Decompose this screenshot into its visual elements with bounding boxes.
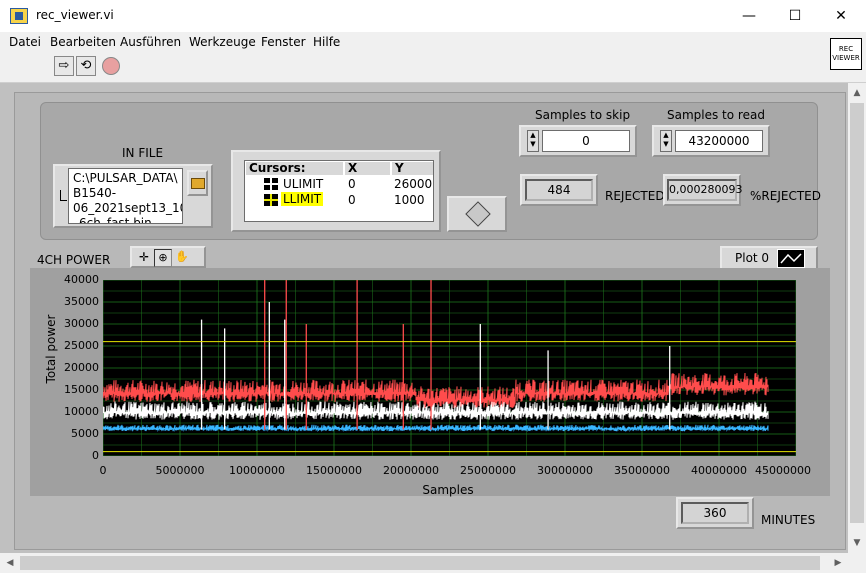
x-tick-label: 15000000 <box>306 464 362 477</box>
cursor-header-x: X <box>345 162 390 175</box>
cursor-ulimit-icon[interactable] <box>264 178 278 190</box>
path-tree-icon <box>60 190 67 201</box>
y-tick-label: 35000 <box>64 295 99 308</box>
y-tick-label: 25000 <box>64 339 99 352</box>
path-line-2: B1540- <box>73 186 117 200</box>
plot-area[interactable] <box>103 280 796 456</box>
rejected-label: REJECTED <box>605 189 665 203</box>
plot-legend-label: Plot 0 <box>735 251 770 265</box>
in-file-path[interactable]: C:\PULSAR_DATA\ B1540- 06_2021sept13_101… <box>68 168 183 224</box>
menu-bearbeiten[interactable]: Bearbeiten <box>50 35 116 49</box>
path-line-1: C:\PULSAR_DATA\ <box>73 171 178 185</box>
cursor-llimit-y[interactable]: 1000 <box>394 193 425 207</box>
plot-svg <box>103 280 796 456</box>
y-tick-label: 5000 <box>71 427 99 440</box>
scroll-thumb-h[interactable] <box>20 556 820 570</box>
cursor-ulimit-name[interactable]: ULIMIT <box>283 177 323 191</box>
x-tick-label: 0 <box>99 464 107 477</box>
plot-legend-line-icon <box>777 249 805 268</box>
path-line-4: _6ch_fast.bin <box>73 216 152 224</box>
x-tick-label: 10000000 <box>229 464 285 477</box>
x-tick-label: 40000000 <box>691 464 747 477</box>
zoom-tool-icon[interactable]: ⊕ <box>154 249 172 267</box>
scroll-up-icon[interactable]: ▲ <box>849 85 865 101</box>
menu-datei[interactable]: Datei <box>9 35 41 49</box>
x-tick-label: 30000000 <box>537 464 593 477</box>
y-tick-label: 10000 <box>64 405 99 418</box>
x-axis-label: Samples <box>422 483 474 497</box>
cursor-llimit-name[interactable]: LLIMIT <box>281 192 324 206</box>
toolbar: ⇨ ⟲ <box>0 52 866 83</box>
scroll-right-icon[interactable]: ▶ <box>830 555 846 571</box>
cursor-header-y: Y <box>392 162 433 175</box>
cursor-ulimit-y[interactable]: 26000 <box>394 177 432 191</box>
samples-to-skip-input[interactable]: 0 <box>542 130 630 152</box>
cursor-move-pad[interactable] <box>447 196 507 232</box>
title-bar: rec_viewer.vi — ☐ ✕ <box>0 0 866 32</box>
cursor-header-name: Cursors: <box>246 162 343 175</box>
cursor-ulimit-x[interactable]: 0 <box>348 177 356 191</box>
y-tick-label: 0 <box>92 449 99 462</box>
labview-icon <box>10 8 28 24</box>
vi-icon: REC VIEWER <box>830 38 862 70</box>
rejected-indicator: 484 <box>525 179 593 201</box>
menu-werkzeuge[interactable]: Werkzeuge <box>189 35 256 49</box>
vertical-scrollbar[interactable]: ▲ ▼ <box>848 83 866 553</box>
run-continuous-icon[interactable]: ⟲ <box>76 56 96 76</box>
x-tick-label: 45000000 <box>755 464 811 477</box>
cursor-llimit-x[interactable]: 0 <box>348 193 356 207</box>
skip-spin-icon[interactable]: ▲ ▼ <box>527 130 539 152</box>
run-arrow-icon[interactable]: ⇨ <box>54 56 74 76</box>
maximize-button[interactable]: ☐ <box>772 0 818 32</box>
menu-fenster[interactable]: Fenster <box>261 35 306 49</box>
abort-icon[interactable] <box>102 57 120 75</box>
read-spin-icon[interactable]: ▲ ▼ <box>660 130 672 152</box>
x-tick-label: 25000000 <box>460 464 516 477</box>
pan-hand-icon[interactable]: ✋ <box>174 249 190 265</box>
legend-line-svg <box>780 253 802 264</box>
graph-label: 4CH POWER <box>37 253 111 267</box>
y-tick-label: 30000 <box>64 317 99 330</box>
menu-ausfuehren[interactable]: Ausführen <box>120 35 181 49</box>
samples-to-skip-label: Samples to skip <box>535 108 631 122</box>
menu-bar: Datei Bearbeiten Ausführen Werkzeuge Fen… <box>0 32 866 52</box>
diamond-icon <box>465 201 491 227</box>
pct-rejected-indicator: 0,000280093 <box>667 179 742 201</box>
scroll-left-icon[interactable]: ◀ <box>2 555 18 571</box>
minutes-label: MINUTES <box>761 513 816 527</box>
window-title: rec_viewer.vi <box>36 8 114 22</box>
minimize-button[interactable]: — <box>726 0 772 32</box>
browse-folder-button[interactable] <box>187 170 208 196</box>
minutes-indicator: 360 <box>681 502 749 524</box>
x-tick-label: 35000000 <box>614 464 670 477</box>
folder-icon <box>190 178 205 189</box>
horizontal-scrollbar[interactable]: ◀ ▶ <box>0 553 848 573</box>
y-tick-label: 20000 <box>64 361 99 374</box>
cursor-llimit-icon[interactable] <box>264 194 278 206</box>
series-white <box>103 401 769 420</box>
pct-rejected-label: %REJECTED <box>750 189 821 203</box>
in-file-label: IN FILE <box>122 146 164 160</box>
x-tick-label: 5000000 <box>155 464 205 477</box>
menu-hilfe[interactable]: Hilfe <box>313 35 340 49</box>
cursor-tool-icon[interactable]: ✛ <box>136 249 152 265</box>
vi-icon-line1: REC <box>838 45 854 53</box>
series-blue <box>103 424 769 433</box>
path-line-3: 06_2021sept13_1010 <box>73 201 182 215</box>
scroll-thumb[interactable] <box>850 103 864 523</box>
y-tick-label: 40000 <box>64 273 99 286</box>
close-button[interactable]: ✕ <box>818 0 864 32</box>
scroll-down-icon[interactable]: ▼ <box>849 535 865 551</box>
samples-to-read-input[interactable]: 43200000 <box>675 130 763 152</box>
x-tick-label: 20000000 <box>383 464 439 477</box>
samples-to-read-label: Samples to read <box>667 108 765 122</box>
vi-icon-line2: VIEWER <box>832 54 860 62</box>
y-tick-label: 15000 <box>64 383 99 396</box>
